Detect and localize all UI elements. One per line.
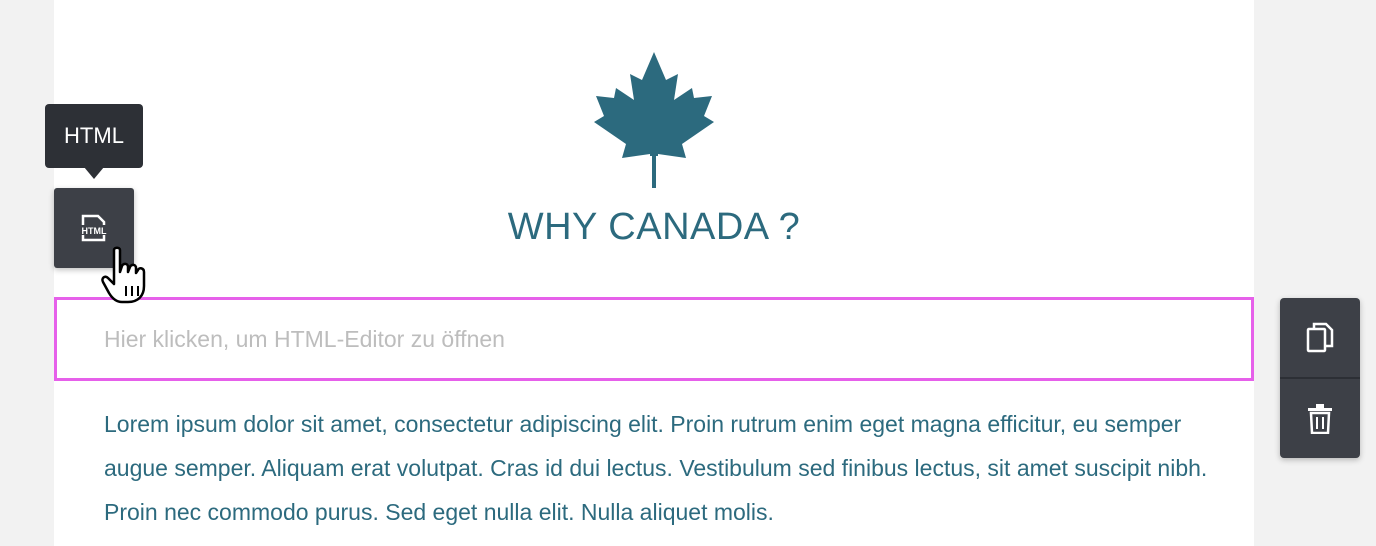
tooltip-label: HTML xyxy=(64,123,124,148)
html-file-icon: HTML xyxy=(82,214,107,242)
widget-tooltip: HTML xyxy=(45,104,143,168)
block-actions-toolbar xyxy=(1280,298,1360,458)
copy-icon xyxy=(1306,322,1334,352)
duplicate-block-button[interactable] xyxy=(1280,298,1360,379)
page-heading[interactable]: WHY CANADA ? xyxy=(54,206,1254,249)
body-paragraph[interactable]: Lorem ipsum dolor sit amet, consectetur … xyxy=(104,402,1214,534)
tooltip-arrow xyxy=(84,167,104,179)
trash-icon xyxy=(1308,403,1332,434)
maple-leaf-image xyxy=(594,52,714,188)
hand-pointer-cursor-icon xyxy=(101,246,146,304)
html-editor-block[interactable]: Hier klicken, um HTML-Editor zu öffnen xyxy=(54,297,1254,381)
html-icon-text: HTML xyxy=(82,226,107,236)
delete-block-button[interactable] xyxy=(1280,379,1360,458)
html-block-placeholder: Hier klicken, um HTML-Editor zu öffnen xyxy=(104,325,505,352)
